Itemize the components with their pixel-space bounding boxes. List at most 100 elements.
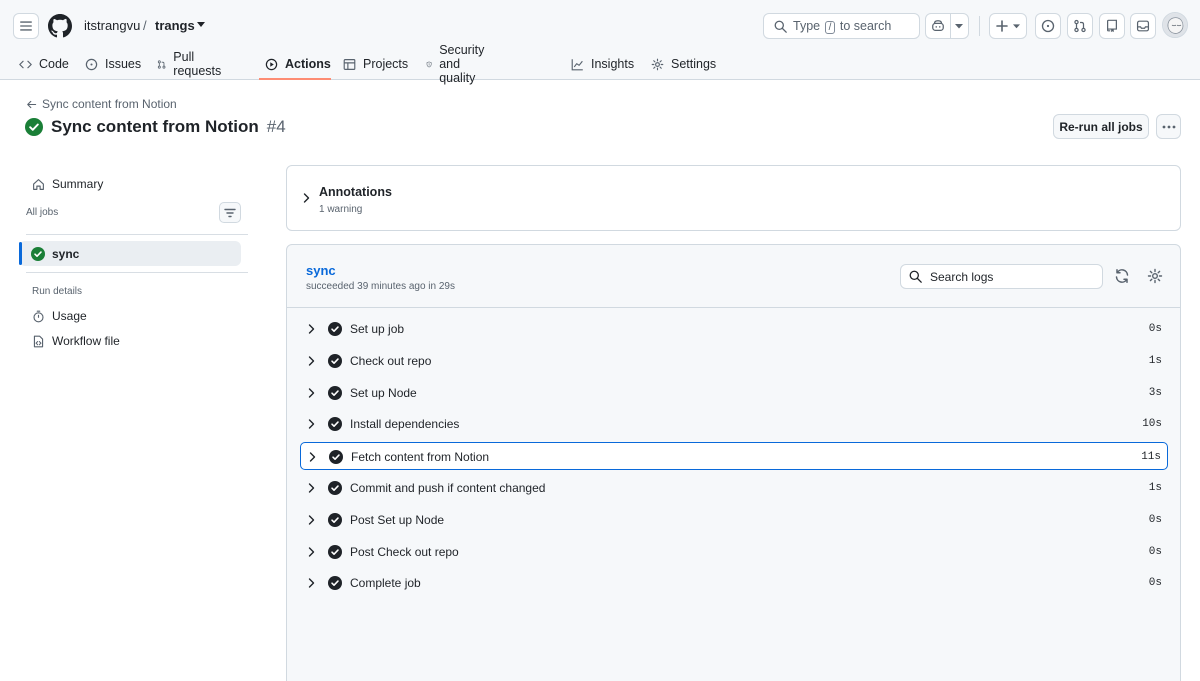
repos-button[interactable] — [1099, 13, 1125, 39]
inbox-button[interactable] — [1130, 13, 1156, 39]
sidebar-item-job-sync[interactable]: sync — [31, 247, 79, 261]
step-duration: 0s — [1148, 577, 1162, 590]
avatar[interactable] — [1162, 12, 1188, 38]
back-link[interactable]: Sync content from Notion — [26, 97, 177, 111]
more-options-button[interactable] — [1156, 114, 1181, 139]
sidebar-item-label: sync — [52, 247, 80, 261]
sidebar-item-usage[interactable]: Usage — [32, 309, 87, 323]
issue-icon — [1041, 19, 1055, 33]
check-circle-fill-icon — [31, 247, 45, 261]
check-circle-fill-icon — [328, 576, 342, 591]
chevron-right-icon — [308, 419, 315, 430]
tab-issues[interactable]: Issues — [85, 48, 141, 80]
breadcrumb-separator: / — [143, 18, 147, 33]
create-new-button[interactable] — [989, 13, 1027, 39]
back-link-label: Sync content from Notion — [42, 97, 177, 111]
sidebar-item-workflow-file[interactable]: Workflow file — [32, 334, 120, 348]
chevron-right-icon — [308, 483, 315, 493]
filter-icon — [224, 208, 236, 217]
avatar-image-icon — [1163, 13, 1187, 37]
all-jobs-heading: All jobs — [26, 207, 59, 218]
tab-security[interactable]: Security and quality — [426, 43, 491, 85]
step-duration: 0s — [1148, 513, 1162, 526]
pull-request-icon — [1074, 19, 1086, 33]
chevron-right-icon — [309, 452, 316, 462]
tab-insights[interactable]: Insights — [571, 48, 634, 80]
tab-code[interactable]: Code — [19, 48, 69, 80]
top-bar: itstrangvu / trangs Type / to search — [0, 0, 1200, 48]
pull-request-icon — [157, 59, 166, 69]
arrow-left-icon — [27, 100, 37, 108]
tab-label: Security and quality — [439, 43, 485, 85]
step-label: Set up job — [350, 322, 405, 336]
copilot-dropdown-icon[interactable] — [955, 24, 963, 29]
file-code-icon — [33, 335, 44, 347]
run-details-heading: Run details — [32, 286, 83, 297]
search-logs-placeholder: Search logs — [930, 269, 994, 284]
step-label: Check out repo — [350, 353, 432, 368]
chevron-right-icon — [308, 546, 315, 557]
step-row[interactable]: Set up Node 3s — [300, 379, 1168, 407]
step-duration: 0s — [1148, 323, 1162, 335]
check-circle-fill-icon — [329, 450, 343, 465]
step-row[interactable]: Post Check out repo 0s — [300, 538, 1168, 566]
check-circle-fill-icon — [328, 322, 342, 336]
tab-settings[interactable]: Settings — [651, 48, 716, 80]
step-row[interactable]: Complete job 0s — [300, 569, 1168, 597]
rerun-all-jobs-button[interactable]: Re-run all jobs — [1053, 114, 1149, 139]
search-icon — [909, 270, 922, 283]
filter-jobs-button[interactable] — [219, 202, 241, 223]
step-row[interactable]: Set up job 0s — [300, 315, 1168, 343]
search-suffix: to search — [839, 18, 892, 33]
search-icon — [774, 20, 787, 33]
step-row[interactable]: Check out repo 1s — [300, 347, 1168, 375]
inbox-icon — [1136, 20, 1150, 32]
menu-button[interactable] — [13, 13, 39, 39]
step-duration: 10s — [1142, 418, 1162, 431]
run-title: Sync content from Notion — [51, 117, 259, 136]
pull-requests-button[interactable] — [1067, 13, 1093, 39]
issues-button[interactable] — [1035, 13, 1061, 39]
sidebar-item-label: Workflow file — [52, 334, 120, 348]
tab-pull-requests[interactable]: Pull requests — [157, 48, 225, 80]
repo-icon — [1107, 19, 1117, 33]
chevron-right-icon — [303, 193, 310, 203]
check-circle-fill-icon — [328, 353, 342, 368]
chevron-right-icon — [308, 324, 315, 334]
chevron-right-icon — [308, 515, 315, 525]
check-circle-fill-icon — [328, 481, 342, 495]
gear-icon[interactable] — [1147, 268, 1163, 284]
breadcrumb-repo[interactable]: trangs — [155, 18, 195, 33]
breadcrumb-owner[interactable]: itstrangvu — [84, 18, 140, 33]
sidebar-item-summary[interactable]: Summary — [32, 177, 103, 191]
hamburger-icon — [20, 21, 32, 31]
step-row[interactable]: Post Set up Node 0s — [300, 506, 1168, 534]
step-row[interactable]: Install dependencies 10s — [300, 410, 1168, 438]
check-circle-fill-icon — [328, 417, 342, 432]
tab-label: Pull requests — [173, 50, 222, 78]
step-label: Install dependencies — [350, 417, 460, 432]
issue-icon — [85, 58, 98, 70]
tab-projects[interactable]: Projects — [343, 48, 408, 80]
graph-icon — [571, 58, 583, 70]
step-row[interactable]: Commit and push if content changed 1s — [300, 474, 1168, 502]
step-row[interactable]: Fetch content from Notion 11s — [300, 442, 1168, 471]
tab-actions[interactable]: Actions — [265, 48, 331, 80]
step-duration: 1s — [1148, 354, 1162, 367]
job-name-link[interactable]: sync — [306, 263, 336, 278]
annotations-panel[interactable]: Annotations 1 warning — [286, 165, 1181, 231]
global-search-input[interactable]: Type / to search — [763, 13, 920, 39]
sync-icon[interactable] — [1114, 268, 1130, 284]
caret-down-icon[interactable] — [197, 22, 205, 28]
search-shortcut-key: / — [824, 20, 836, 34]
github-logo-icon[interactable] — [48, 14, 72, 38]
kebab-horizontal-icon — [1162, 125, 1175, 128]
search-logs-input[interactable]: Search logs — [900, 264, 1103, 289]
step-label: Commit and push if content changed — [350, 481, 546, 495]
step-duration: 3s — [1148, 386, 1162, 399]
global-header: itstrangvu / trangs Type / to search Cod… — [0, 0, 1200, 85]
home-icon — [33, 178, 44, 190]
copilot-icon[interactable] — [931, 19, 945, 33]
run-number: #4 — [266, 117, 286, 136]
job-status-text: succeeded 39 minutes ago in 29s — [306, 281, 455, 292]
